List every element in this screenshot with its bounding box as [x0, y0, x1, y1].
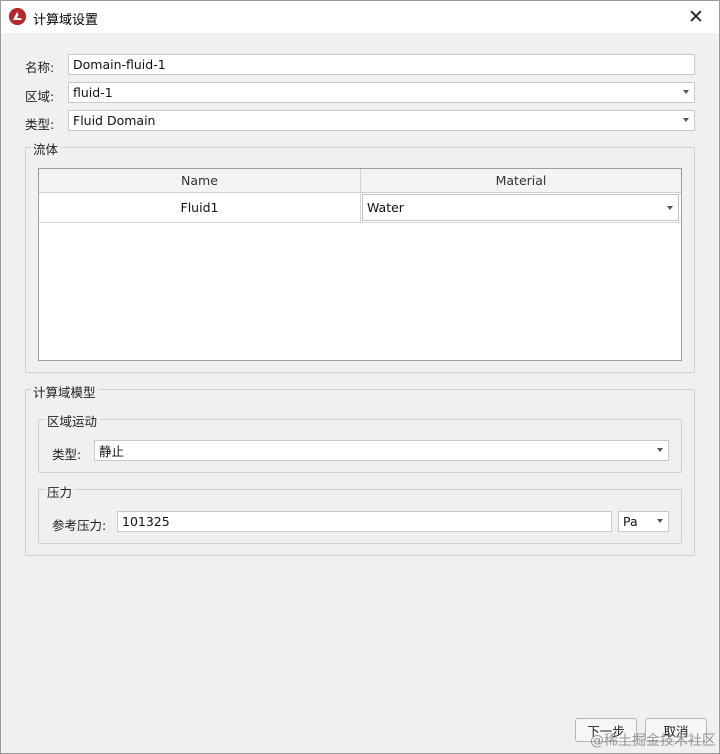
close-icon: ✕: [688, 6, 704, 28]
watermark-text: @稀土掘金技术社区: [590, 733, 716, 749]
close-button[interactable]: ✕: [673, 1, 719, 33]
fluid-name: Fluid1: [180, 200, 219, 215]
region-label: 区域:: [25, 89, 55, 104]
type-select[interactable]: Fluid Domain: [68, 110, 695, 131]
name-label: 名称:: [25, 60, 55, 75]
pressure-group-title: 压力: [45, 482, 75, 501]
reference-pressure-value: 101325: [122, 514, 170, 529]
domain-model-title: 计算域模型: [31, 382, 98, 401]
window-title: 计算域设置: [33, 13, 99, 28]
name-input[interactable]: Domain-fluid-1: [68, 54, 695, 75]
chevron-down-icon: [657, 519, 663, 523]
chevron-down-icon: [657, 448, 663, 452]
reference-pressure-input[interactable]: 101325: [117, 511, 612, 532]
type-label: 类型:: [25, 117, 55, 132]
motion-type-value: 静止: [99, 444, 125, 459]
motion-type-label: 类型:: [52, 447, 82, 462]
name-value: Domain-fluid-1: [73, 57, 166, 72]
pressure-unit-select[interactable]: Pa: [618, 511, 669, 532]
dialog-window: 计算域设置 ✕ 名称: Domain-fluid-1 区域: fluid-1 类…: [0, 0, 720, 754]
region-value: fluid-1: [73, 85, 113, 100]
motion-type-select[interactable]: 静止: [94, 440, 669, 461]
app-logo-icon: [9, 8, 26, 25]
type-value: Fluid Domain: [73, 113, 156, 128]
column-header-material[interactable]: Material: [361, 169, 681, 193]
material-select[interactable]: Water: [362, 194, 679, 221]
table-cell-name[interactable]: Fluid1: [39, 193, 361, 223]
reference-pressure-label: 参考压力:: [52, 518, 107, 533]
column-header-name[interactable]: Name: [39, 169, 361, 193]
fluid-table: Name Material Fluid1 Water: [38, 168, 682, 361]
material-value: Water: [367, 200, 404, 215]
chevron-down-icon: [683, 118, 689, 122]
chevron-down-icon: [667, 206, 673, 210]
title-bar: 计算域设置 ✕: [1, 1, 719, 33]
table-cell-material[interactable]: Water: [361, 193, 681, 223]
motion-group-title: 区域运动: [45, 411, 100, 430]
fluid-group-title: 流体: [31, 139, 61, 158]
region-select[interactable]: fluid-1: [68, 82, 695, 103]
chevron-down-icon: [683, 90, 689, 94]
pressure-unit-value: Pa: [623, 514, 638, 529]
